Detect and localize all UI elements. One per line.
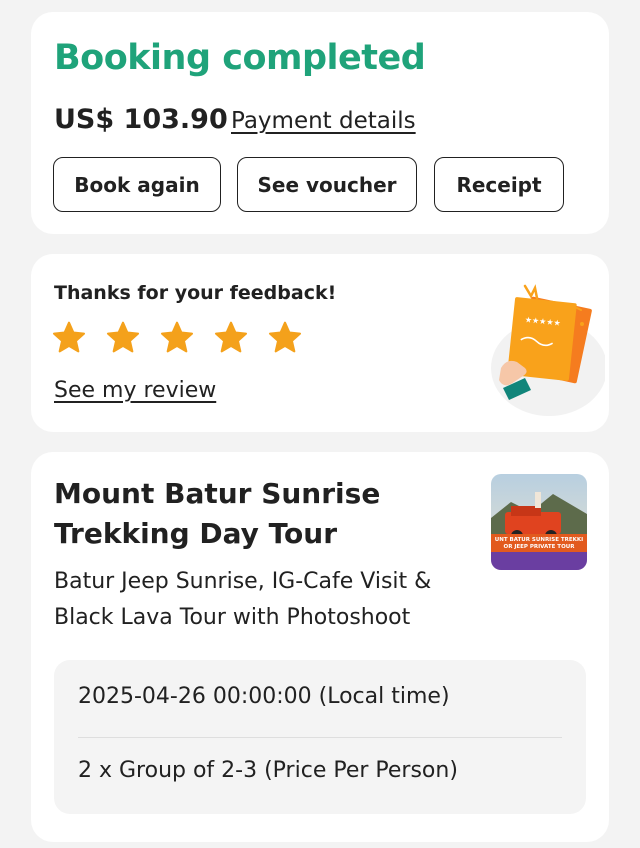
tour-option: Batur Jeep Sunrise, IG-Cafe Visit & Blac… bbox=[54, 569, 432, 630]
star-icon bbox=[160, 321, 194, 353]
star-icon bbox=[268, 321, 302, 353]
total-price: US$ 103.90 bbox=[54, 104, 228, 135]
feedback-title: Thanks for your feedback! bbox=[54, 282, 337, 304]
payment-details-link[interactable]: Payment details bbox=[231, 108, 416, 134]
star-icon bbox=[106, 321, 140, 353]
receipt-button[interactable]: Receipt bbox=[434, 157, 564, 212]
star-icon bbox=[214, 321, 248, 353]
activity-datetime: 2025-04-26 00:00:00 (Local time) bbox=[78, 684, 450, 709]
book-again-button[interactable]: Book again bbox=[53, 157, 221, 212]
divider bbox=[78, 737, 562, 738]
svg-text:OR JEEP PRIVATE TOUR: OR JEEP PRIVATE TOUR bbox=[504, 544, 576, 550]
star-rating bbox=[51, 320, 303, 356]
tour-card[interactable]: Mount Batur Sunrise Trekking Day Tour Ba… bbox=[31, 452, 609, 842]
package-quantity: 2 x Group of 2-3 (Price Per Person) bbox=[78, 758, 458, 783]
booking-status-title: Booking completed bbox=[54, 38, 426, 78]
tour-thumbnail: UNT BATUR SUNRISE TREKKI OR JEEP PRIVATE… bbox=[491, 474, 587, 570]
star-icon bbox=[52, 321, 86, 353]
see-my-review-link[interactable]: See my review bbox=[54, 378, 216, 403]
booking-status-card: Booking completed US$ 103.90 Payment det… bbox=[31, 12, 609, 234]
review-card-illustration: ★★★★★ bbox=[491, 284, 605, 416]
tour-title: Mount Batur Sunrise Trekking Day Tour bbox=[54, 477, 381, 550]
feedback-card: Thanks for your feedback! See my review … bbox=[31, 254, 609, 432]
svg-text:UNT BATUR SUNRISE TREKKI: UNT BATUR SUNRISE TREKKI bbox=[495, 537, 583, 543]
see-voucher-button[interactable]: See voucher bbox=[237, 157, 417, 212]
